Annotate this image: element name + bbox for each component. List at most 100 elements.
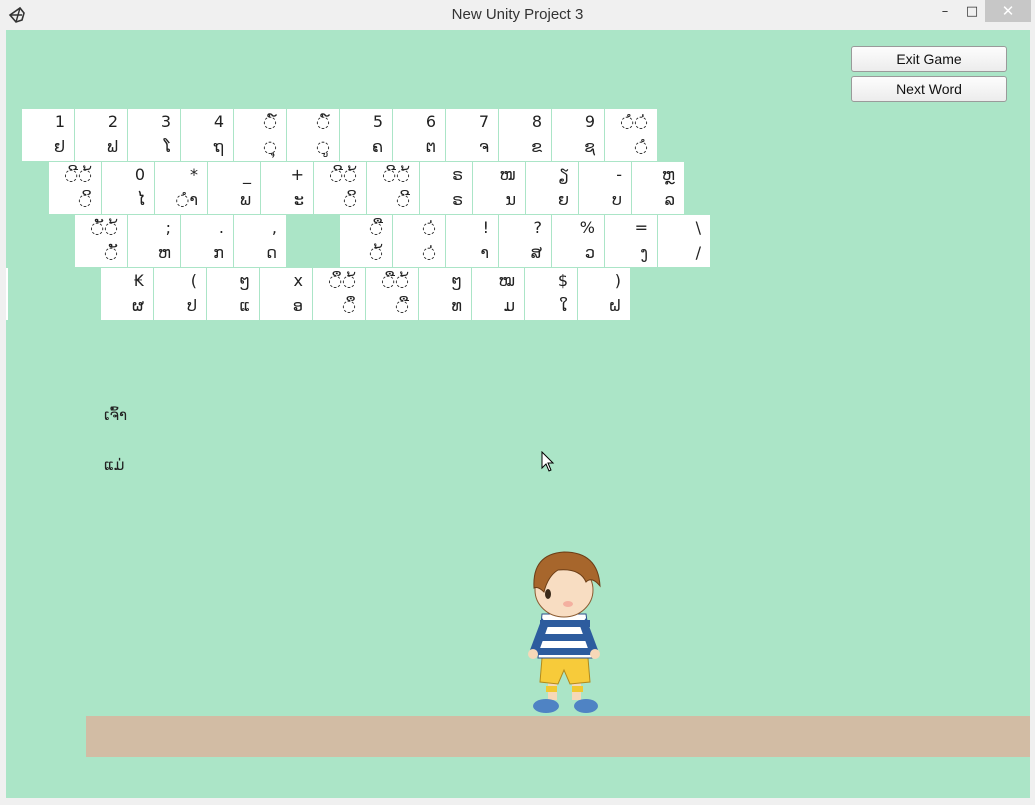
key-shift-label: ຣ [452, 165, 463, 184]
key-base-label: ມ [503, 296, 515, 315]
keyboard-key[interactable]: = ງ [605, 215, 657, 267]
keyboard-key[interactable]: ◌໌ ◌ູ [287, 109, 339, 161]
key-shift-label: \ [695, 218, 701, 237]
ground-platform [86, 716, 1030, 757]
keyboard-key[interactable]: ◌ື ◌້ [340, 215, 392, 267]
keyboard-key[interactable]: ◌ີ◌້ ◌ິ [314, 162, 366, 214]
window-titlebar: New Unity Project 3 – □ ✕ [0, 0, 1035, 30]
keyboard-key[interactable]: ໆທ [419, 268, 471, 320]
keyboard-key[interactable]: -ບ [579, 162, 631, 214]
key-base-label: ອ [292, 296, 303, 315]
key-shift-label: x [293, 271, 303, 290]
keyboard-key[interactable]: ) ຝ [578, 268, 630, 320]
keyboard-key[interactable]: ₭ ຜ [101, 268, 153, 320]
key-base-label: ຈ [478, 137, 489, 156]
keyboard-key[interactable]: ຣຣ [420, 162, 472, 214]
key-shift-label: * [190, 165, 198, 184]
keyboard-key[interactable]: ໝມ [472, 268, 524, 320]
maximize-button[interactable]: □ [959, 0, 985, 22]
keyboard-key[interactable]: ◌່ ◌່ [393, 215, 445, 267]
keyboard-key[interactable]: (ປ [154, 268, 206, 320]
key-shift-label: 1 [54, 112, 65, 131]
keyboard-key[interactable]: $ ໃ [525, 268, 577, 320]
key-base-label: ນ [505, 190, 516, 209]
typed-word: ແມ່ [104, 456, 125, 474]
keyboard-key[interactable]: % ວ [552, 215, 604, 267]
keyboard-row: ₭ ຜ(ປໆແ x ອ ◌ຶ◌້ ◌ຶ ◌ື◌້ ◌ືໆທໝມ $ ໃ) ຝ [101, 268, 631, 320]
key-shift-label: 7 [478, 112, 489, 131]
keyboard-key[interactable]: 6ຕ [393, 109, 445, 161]
keyboard-key[interactable]: * ◌ຳ [155, 162, 207, 214]
keyboard-key[interactable]: ◌ໍ◌່ ◌ໍ [605, 109, 657, 161]
keyboard-key[interactable]: .ກ [181, 215, 233, 267]
key-base-label: ໂ [163, 137, 171, 156]
keyboard-key[interactable]: ໆແ [207, 268, 259, 320]
keyboard-key[interactable]: _ ພ [208, 162, 260, 214]
keyboard-key[interactable]: ? ສ [499, 215, 551, 267]
key-base-label: ລ [664, 190, 675, 209]
key-shift-label: _ [243, 165, 251, 184]
key-shift-label: % [579, 218, 595, 237]
key-base-label: ດ [266, 243, 277, 262]
key-base-label: ໄ [137, 190, 145, 209]
keyboard-key[interactable]: 0ໄ [102, 162, 154, 214]
keyboard-key[interactable]: 5ຄ [340, 109, 392, 161]
key-shift-label: - [616, 165, 622, 184]
game-view: Exit Game Next Word 1 ຢ 2 ຟ 3 ໂ 4 ຖ ◌໌ ◌ຸ ◌໌ ◌ູ 5 ຄ 6 ຕ… [6, 30, 1030, 798]
keyboard-key[interactable]: 2ຟ [75, 109, 127, 161]
next-word-button[interactable]: Next Word [851, 76, 1007, 102]
keyboard-key[interactable]: 7ຈ [446, 109, 498, 161]
player-character [528, 551, 601, 713]
keyboard-key[interactable]: 3ໂ [128, 109, 180, 161]
key-shift-label: ◌ໍ◌່ [620, 112, 648, 131]
keyboard-key[interactable]: + ະ [261, 162, 313, 214]
key-base-label: ສ [530, 243, 542, 262]
scroll-edge-marker [6, 268, 8, 320]
key-shift-label: ◌ີ◌້ [329, 165, 357, 184]
keyboard-key[interactable]: 1ຢ [22, 109, 74, 161]
keyboard-key[interactable]: xອ [260, 268, 312, 320]
key-shift-label: $ [557, 271, 568, 290]
key-shift-label: 2 [107, 112, 118, 131]
keyboard-key[interactable]: ◌ື◌້ ◌ື [366, 268, 418, 320]
keyboard-key[interactable]: 8ຂ [499, 109, 551, 161]
key-base-label: ະ [293, 190, 304, 209]
key-base-label: ◌ຳ [175, 190, 198, 209]
keyboard-key[interactable]: ,ດ [234, 215, 286, 267]
keyboard-key[interactable]: ◌ີ◌້ ◌ິ [49, 162, 101, 214]
key-shift-label: ◌ີ◌້ [64, 165, 92, 184]
keyboard-key[interactable]: ຫຼລ [632, 162, 684, 214]
keyboard-row: 1 ຢ 2 ຟ 3 ໂ 4 ຖ ◌໌ ◌ຸ ◌໌ ◌ູ 5 ຄ 6 ຕ 7 ຈ 8 ຂ 9 ຊ ◌ໍ◌່ ◌ໍ [22, 109, 658, 161]
keyboard-key[interactable]: ◌໌ ◌ຸ [234, 109, 286, 161]
key-base-label: ຍ [558, 190, 569, 209]
key-shift-label: ◌ື◌້ [381, 271, 409, 290]
keyboard-key[interactable]: ! າ [446, 215, 498, 267]
key-shift-label: ◌ັ◌້ [90, 218, 118, 237]
key-shift-label: ◌ື [369, 218, 383, 237]
keyboard-key[interactable]: \ / [658, 215, 710, 267]
keyboard-key[interactable]: 9ຊ [552, 109, 604, 161]
keyboard-key[interactable]: 4ຖ [181, 109, 233, 161]
keyboard-key[interactable]: ◌ີ◌້ ◌ີ [367, 162, 419, 214]
keyboard-key[interactable]: ໜນ [473, 162, 525, 214]
key-shift-label: 3 [160, 112, 171, 131]
key-shift-label: ຫຼ [661, 165, 675, 184]
close-button[interactable]: ✕ [985, 0, 1031, 22]
key-shift-label: ◌ຶ◌້ [328, 271, 356, 290]
exit-game-button[interactable]: Exit Game [851, 46, 1007, 72]
keyboard-key[interactable]: ຽຍ [526, 162, 578, 214]
key-shift-label: ໝ [498, 271, 515, 290]
key-base-label: ◌ູ [316, 137, 330, 156]
key-shift-label: ໆ [239, 271, 250, 290]
key-base-label: ຖ [213, 137, 224, 156]
keyboard-key[interactable]: ◌ັ◌້ ◌ັ [75, 215, 127, 267]
minimize-button[interactable]: – [932, 0, 958, 22]
keyboard-key[interactable]: ; ຫ [128, 215, 180, 267]
window-title: New Unity Project 3 [451, 6, 584, 23]
keyboard-key[interactable]: ◌ຶ◌້ ◌ຶ [313, 268, 365, 320]
key-shift-label: + [290, 165, 304, 184]
key-shift-label: ) [614, 271, 621, 290]
key-shift-label: . [218, 218, 224, 237]
key-base-label: າ [480, 243, 489, 262]
key-base-label: ◌ຶ [342, 296, 356, 315]
